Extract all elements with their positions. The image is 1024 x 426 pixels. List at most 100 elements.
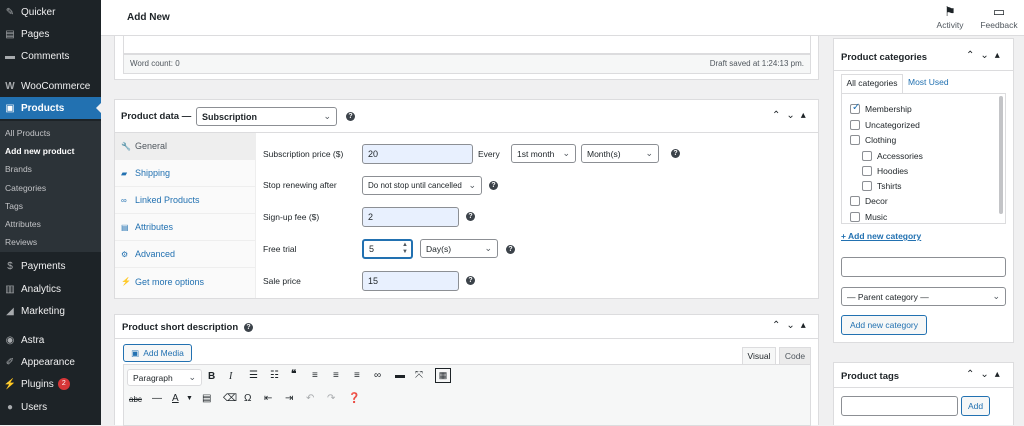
panel-controls[interactable]: ⌃⌄▴ (772, 320, 812, 331)
outdent-icon[interactable]: ⇤ (264, 393, 272, 404)
sidebar-item-marketing[interactable]: ◢ Marketing (0, 300, 101, 322)
free-trial-period-select[interactable]: Day(s) ⌄ (420, 239, 498, 258)
move-up-icon[interactable]: ⌃ (966, 369, 980, 380)
link-icon[interactable]: ∞ (374, 370, 381, 381)
sidebar-item-users[interactable]: ● Users (0, 396, 101, 418)
redo-icon[interactable]: ↷ (327, 393, 335, 404)
bold-icon[interactable]: B (208, 371, 215, 382)
move-up-icon[interactable]: ⌃ (772, 110, 786, 121)
tab-general[interactable]: 🔧 General (115, 133, 256, 160)
tab-most-used[interactable]: Most Used (908, 77, 949, 87)
billing-interval-select[interactable]: 1st month ⌄ (511, 144, 576, 163)
submenu-attributes[interactable]: Attributes (5, 219, 41, 229)
tab-shipping[interactable]: ▰ Shipping (115, 160, 256, 187)
signup-fee-input[interactable]: 2 (362, 207, 459, 227)
tab-attributes[interactable]: ▤ Attributes (115, 214, 256, 241)
category-checkbox[interactable] (850, 102, 860, 114)
toolbar-toggle-icon[interactable]: ▦ (435, 368, 451, 383)
move-down-icon[interactable]: ⌄ (786, 320, 800, 331)
category-checkbox[interactable] (850, 212, 860, 222)
editor-textarea[interactable] (123, 36, 811, 54)
help-icon[interactable]: ? (466, 212, 475, 221)
add-media-button[interactable]: ▣ Add Media (123, 344, 192, 362)
read-more-icon[interactable]: ▬ (395, 370, 405, 381)
tab-linked-products[interactable]: ∞ Linked Products (115, 187, 256, 214)
activity-button[interactable]: ⚑ Activity (930, 4, 970, 30)
toggle-panel-icon[interactable]: ▴ (801, 110, 812, 121)
tab-get-more-options[interactable]: ⚡ Get more options (115, 268, 256, 295)
help-icon[interactable]: ? (346, 112, 355, 121)
panel-controls[interactable]: ⌃⌄▴ (966, 50, 1006, 61)
stop-renewing-select[interactable]: Do not stop until cancelled ⌄ (362, 176, 482, 195)
panel-controls[interactable]: ⌃⌄▴ (772, 110, 812, 121)
toggle-panel-icon[interactable]: ▴ (995, 50, 1006, 61)
sidebar-item-products[interactable]: ▣ Products (0, 97, 101, 119)
category-checkbox[interactable] (862, 181, 872, 191)
sidebar-item-woocommerce[interactable]: W WooCommerce (0, 75, 101, 97)
strikethrough-icon[interactable]: abc (129, 395, 142, 404)
clear-formatting-icon[interactable]: ⌫ (223, 393, 237, 404)
chevron-down-icon[interactable]: ▼ (186, 395, 193, 402)
help-icon[interactable]: ? (671, 149, 680, 158)
tab-advanced[interactable]: ⚙ Advanced (115, 241, 256, 268)
category-checkbox[interactable] (850, 196, 860, 206)
category-checkbox[interactable] (862, 166, 872, 176)
sidebar-item-quicker[interactable]: ✎ Quicker (0, 1, 101, 23)
submenu-reviews[interactable]: Reviews (5, 237, 37, 247)
help-icon[interactable]: ? (244, 323, 253, 332)
add-new-category-button[interactable]: Add new category (841, 315, 927, 335)
panel-controls[interactable]: ⌃⌄▴ (966, 369, 1006, 380)
tab-visual[interactable]: Visual (742, 347, 776, 364)
add-tag-button[interactable]: Add (961, 396, 990, 416)
free-trial-length-input[interactable]: 5 ▲ ▼ (362, 239, 413, 259)
italic-icon[interactable]: I (229, 371, 232, 382)
indent-icon[interactable]: ⇥ (285, 393, 293, 404)
sidebar-item-payments[interactable]: $ Payments (0, 255, 101, 277)
new-category-input[interactable] (841, 257, 1006, 277)
submenu-add-new-product[interactable]: Add new product (5, 146, 74, 156)
toggle-panel-icon[interactable]: ▴ (995, 369, 1006, 380)
help-icon[interactable]: ? (466, 276, 475, 285)
move-up-icon[interactable]: ⌃ (772, 320, 786, 331)
subscription-price-input[interactable]: 20 (362, 144, 473, 164)
move-up-icon[interactable]: ⌃ (966, 50, 980, 61)
submenu-tags[interactable]: Tags (5, 201, 23, 211)
move-down-icon[interactable]: ⌄ (786, 110, 800, 121)
sale-price-input[interactable]: 15 (362, 271, 459, 291)
tag-input[interactable] (841, 396, 958, 416)
scrollbar[interactable] (999, 96, 1003, 214)
tab-all-categories[interactable]: All categories (841, 74, 903, 93)
undo-icon[interactable]: ↶ (306, 393, 314, 404)
sidebar-item-pages[interactable]: ▤ Pages (0, 23, 101, 45)
sidebar-item-plugins[interactable]: ⚡ Plugins 2 (0, 373, 101, 395)
submenu-categories[interactable]: Categories (5, 183, 46, 193)
align-right-icon[interactable]: ≡ (354, 370, 360, 381)
category-checkbox[interactable] (850, 120, 860, 130)
fullscreen-icon[interactable]: ⤧ (415, 370, 423, 381)
sidebar-item-astra[interactable]: ◉ Astra (0, 329, 101, 351)
feedback-button[interactable]: ▭ Feedback (979, 4, 1019, 30)
numbered-list-icon[interactable]: ☷ (270, 370, 279, 381)
text-color-icon[interactable]: A (172, 393, 179, 404)
help-icon[interactable]: ? (489, 181, 498, 190)
tab-code[interactable]: Code (779, 347, 811, 364)
help-icon[interactable]: ? (506, 245, 515, 254)
sidebar-item-analytics[interactable]: ▥ Analytics (0, 278, 101, 300)
parent-category-select[interactable]: — Parent category — ⌄ (841, 287, 1006, 306)
sidebar-item-comments[interactable]: ▬ Comments (0, 45, 101, 67)
align-left-icon[interactable]: ≡ (312, 370, 318, 381)
category-checkbox[interactable] (862, 151, 872, 161)
paste-text-icon[interactable]: ▤ (202, 393, 211, 404)
submenu-brands[interactable]: Brands (5, 164, 32, 174)
sidebar-item-appearance[interactable]: ✐ Appearance (0, 351, 101, 373)
submenu-all-products[interactable]: All Products (5, 128, 50, 138)
special-character-icon[interactable]: Ω (244, 393, 251, 404)
move-down-icon[interactable]: ⌄ (980, 50, 994, 61)
keyboard-shortcuts-icon[interactable]: ❓ (348, 393, 360, 404)
blockquote-icon[interactable]: ❝ (291, 369, 296, 380)
toggle-panel-icon[interactable]: ▴ (801, 320, 812, 331)
bullet-list-icon[interactable]: ☰ (249, 370, 258, 381)
category-checkbox[interactable] (850, 135, 860, 145)
billing-period-select[interactable]: Month(s) ⌄ (581, 144, 659, 163)
format-select[interactable]: Paragraph ⌄ (127, 369, 202, 386)
